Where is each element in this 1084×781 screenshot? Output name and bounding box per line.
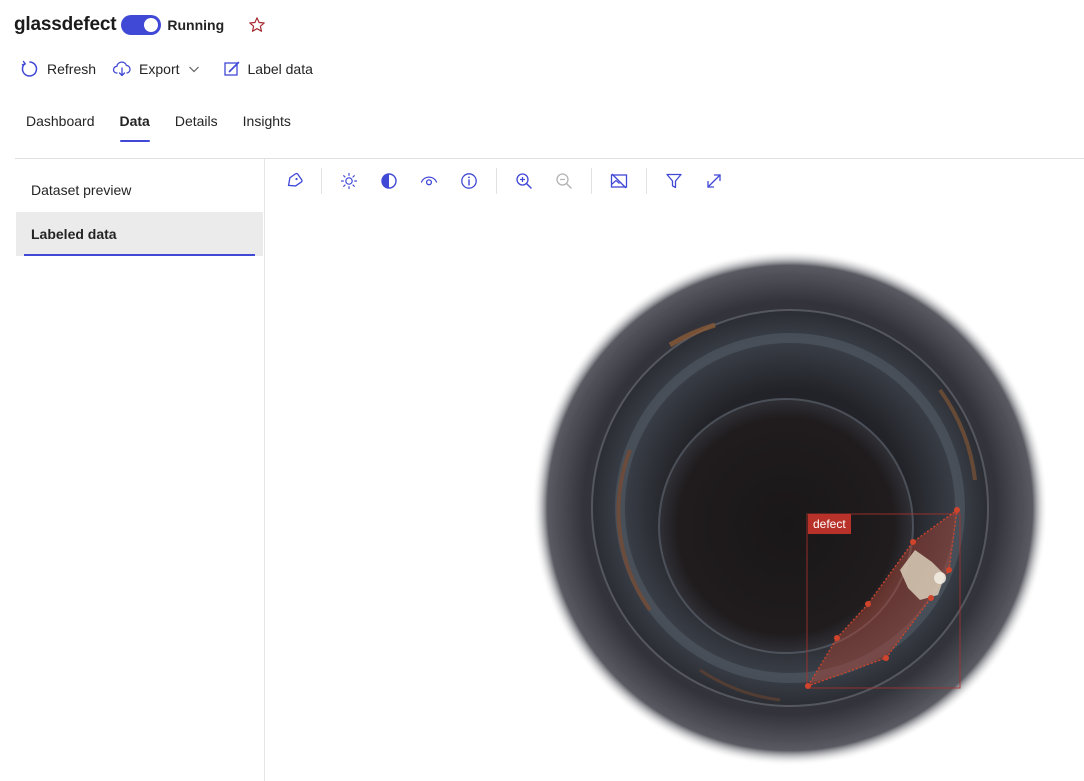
toggle-knob (144, 18, 159, 32)
sidebar-item-labeled-data[interactable]: Labeled data (16, 212, 263, 256)
cloud-download-icon (112, 61, 131, 77)
zoom-out-button[interactable] (551, 168, 577, 194)
hide-image-button[interactable] (606, 168, 632, 194)
bottle-image (532, 250, 1048, 766)
annotation-label[interactable]: defect (808, 514, 851, 534)
export-button[interactable]: Export (112, 59, 206, 79)
running-toggle[interactable] (121, 15, 162, 35)
tab-data[interactable]: Data (119, 108, 151, 144)
header: glassdefect Running (14, 10, 266, 40)
info-icon (461, 173, 477, 189)
expand-button[interactable] (701, 168, 727, 194)
toolbar-separator (646, 168, 647, 194)
tag-button[interactable] (281, 168, 307, 194)
info-button[interactable] (456, 168, 482, 194)
sidebar-divider (264, 159, 265, 781)
edit-icon (223, 61, 239, 76)
contrast-icon (381, 173, 397, 189)
app-title: glassdefect (14, 14, 117, 35)
filter-icon (666, 173, 682, 189)
hide-image-icon (610, 173, 628, 189)
tab-bar: Dashboard Data Details Insights (26, 108, 316, 144)
image-toolbar (281, 168, 741, 194)
contrast-button[interactable] (376, 168, 402, 194)
tab-insights[interactable]: Insights (243, 108, 291, 144)
label-data-button[interactable]: Label data (223, 60, 313, 78)
expand-icon (707, 174, 721, 188)
status-text: Running (167, 17, 225, 33)
brightness-button[interactable] (336, 168, 362, 194)
image-canvas[interactable]: defect (520, 250, 1060, 770)
zoom-in-button[interactable] (511, 168, 537, 194)
zoom-out-icon (556, 173, 572, 189)
sidebar-item-dataset-preview[interactable]: Dataset preview (16, 168, 263, 212)
refresh-button[interactable]: Refresh (20, 59, 96, 79)
visibility-button[interactable] (416, 168, 442, 194)
refresh-icon (21, 60, 38, 77)
sidebar: Dataset preview Labeled data (16, 168, 263, 256)
filter-button[interactable] (661, 168, 687, 194)
chevron-down-icon (188, 66, 199, 73)
header-divider (15, 158, 1084, 159)
tag-icon (287, 172, 303, 187)
export-label: Export (139, 61, 180, 77)
favorite-star-icon[interactable] (248, 16, 266, 34)
tab-details[interactable]: Details (175, 108, 218, 144)
toolbar-separator (321, 168, 322, 194)
command-bar: Refresh Export Label data (20, 56, 329, 82)
toolbar-separator (496, 168, 497, 194)
label-data-label: Label data (247, 61, 313, 77)
toolbar-separator (591, 168, 592, 194)
refresh-label: Refresh (47, 61, 97, 77)
eye-icon (420, 176, 438, 186)
tab-dashboard[interactable]: Dashboard (26, 108, 95, 144)
zoom-in-icon (516, 173, 532, 189)
brightness-icon (340, 172, 358, 190)
